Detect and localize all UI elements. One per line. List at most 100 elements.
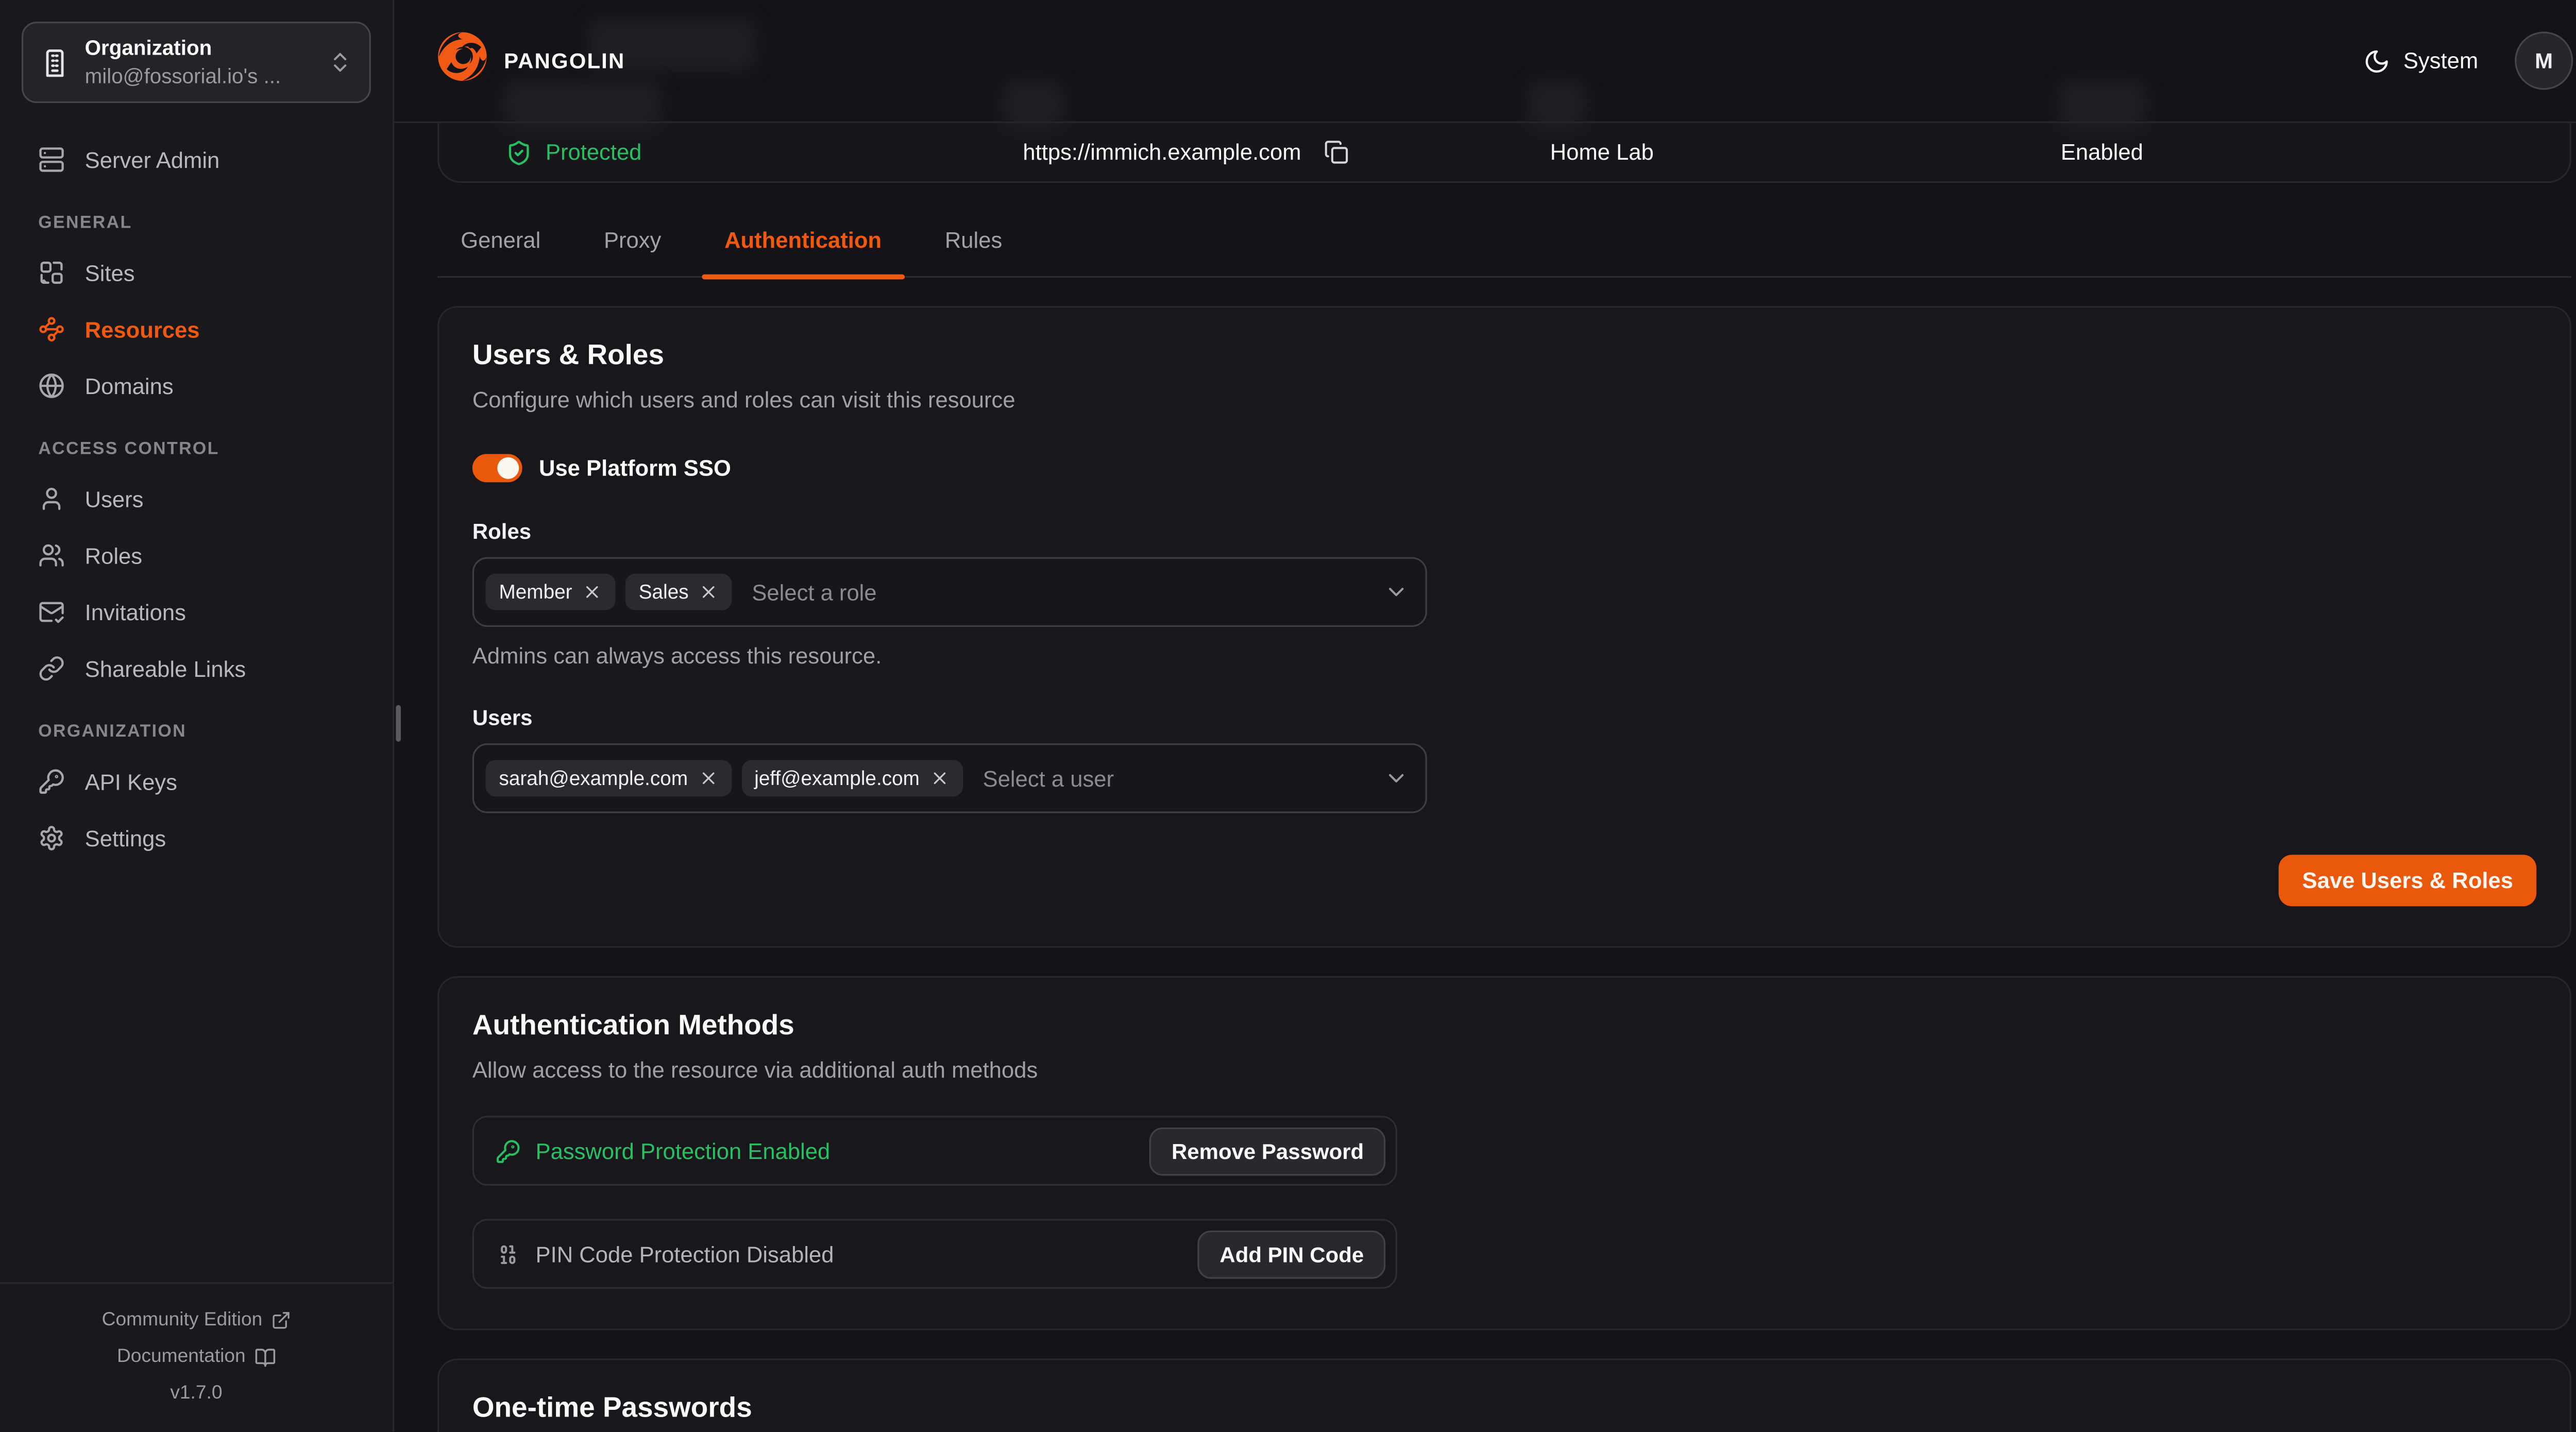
moon-icon — [2363, 47, 2390, 74]
documentation-link[interactable]: Documentation — [0, 1339, 393, 1375]
sidebar-item-label: Domains — [85, 373, 174, 398]
binary-icon — [496, 1241, 520, 1266]
sidebar-item-label: Roles — [85, 543, 142, 568]
roles-placeholder: Select a role — [752, 579, 876, 604]
user-icon — [38, 486, 65, 513]
community-edition-label: Community Edition — [102, 1310, 263, 1331]
card-title: Users & Roles — [472, 339, 2536, 373]
sidebar-item-users[interactable]: Users — [23, 474, 369, 524]
sidebar: Organization milo@fossorial.io's ... Ser… — [0, 0, 394, 1432]
platform-sso-toggle[interactable] — [472, 454, 522, 482]
sidebar-item-sites[interactable]: Sites — [23, 248, 369, 298]
user-chip: jeff@example.com — [741, 760, 962, 796]
sidebar-item-label: Settings — [85, 826, 166, 850]
copy-icon[interactable] — [1325, 140, 1349, 164]
org-switcher-text: Organization milo@fossorial.io's ... — [85, 35, 313, 91]
card-title: Authentication Methods — [472, 1010, 2536, 1043]
remove-tag-icon[interactable] — [929, 768, 950, 788]
sidebar-item-roles[interactable]: Roles — [23, 531, 369, 581]
resource-meta-strip: Protected https://immich.example.com Hom… — [437, 123, 2571, 183]
globe-icon — [38, 372, 65, 399]
pangolin-app: Organization milo@fossorial.io's ... Ser… — [0, 0, 2576, 1432]
chevrons-up-down-icon — [328, 50, 352, 75]
otp-card: One-time Passwords Require email-based a… — [437, 1359, 2571, 1432]
users-combobox[interactable]: sarah@example.com jeff@example.com Selec… — [472, 743, 1427, 813]
theme-toggle[interactable]: System — [2363, 47, 2478, 74]
sso-toggle-label: Use Platform SSO — [539, 456, 731, 481]
sidebar-item-domains[interactable]: Domains — [23, 361, 369, 411]
tab-rules[interactable]: Rules — [922, 228, 1026, 276]
resource-status: Protected — [505, 123, 641, 181]
role-chip-label: Member — [499, 581, 572, 604]
key-icon — [38, 768, 65, 795]
external-link-icon — [270, 1310, 291, 1331]
password-status: Password Protection Enabled — [496, 1138, 830, 1163]
theme-label: System — [2403, 48, 2478, 73]
org-switcher[interactable]: Organization milo@fossorial.io's ... — [22, 22, 371, 103]
community-edition-link[interactable]: Community Edition — [0, 1302, 393, 1339]
roles-field-label: Roles — [472, 519, 2536, 543]
password-protection-row: Password Protection Enabled Remove Passw… — [472, 1116, 1397, 1186]
pin-protection-row: PIN Code Protection Disabled Add PIN Cod… — [472, 1219, 1397, 1289]
documentation-label: Documentation — [117, 1347, 246, 1367]
password-status-label: Password Protection Enabled — [536, 1138, 831, 1163]
role-chip: Sales — [625, 574, 732, 610]
sidebar-item-api-keys[interactable]: API Keys — [23, 757, 369, 807]
resource-url-text: https://immich.example.com — [1023, 140, 1301, 164]
roles-combobox[interactable]: Member Sales Select a role — [472, 557, 1427, 627]
sidebar-heading-general: GENERAL — [38, 213, 354, 233]
sidebar-item-label: Users — [85, 486, 144, 511]
card-description: Allow access to the resource via additio… — [472, 1058, 2536, 1082]
mail-check-icon — [38, 599, 65, 625]
sidebar-item-label: API Keys — [85, 769, 177, 794]
waypoints-icon — [38, 316, 65, 343]
avatar-initial: M — [2535, 48, 2553, 73]
toggle-knob — [497, 457, 519, 479]
sidebar-footer: Community Edition Documentation v1.7.0 — [0, 1282, 393, 1432]
sidebar-heading-access-control: ACCESS CONTROL — [38, 439, 354, 459]
sidebar-item-settings[interactable]: Settings — [23, 813, 369, 863]
add-pin-code-button[interactable]: Add PIN Code — [1198, 1230, 1385, 1278]
sidebar-heading-organization: ORGANIZATION — [38, 722, 354, 742]
sidebar-item-label: Resources — [85, 317, 200, 342]
card-description: Configure which users and roles can visi… — [472, 387, 2536, 412]
sidebar-item-label: Sites — [85, 260, 135, 285]
tab-authentication[interactable]: Authentication — [701, 228, 905, 276]
pin-status: PIN Code Protection Disabled — [496, 1241, 834, 1266]
version-label: v1.7.0 — [0, 1375, 393, 1412]
org-switcher-label: Organization — [85, 35, 313, 62]
link-icon — [38, 655, 65, 682]
sidebar-scrollbar-thumb[interactable] — [396, 705, 401, 742]
tab-general[interactable]: General — [437, 228, 564, 276]
top-header: PANGOLIN System M — [394, 0, 2576, 123]
remove-tag-icon[interactable] — [699, 582, 719, 602]
users-field-label: Users — [472, 705, 2536, 730]
avatar[interactable]: M — [2515, 31, 2573, 90]
role-chip: Member — [486, 574, 616, 610]
remove-tag-icon[interactable] — [582, 582, 602, 602]
chevron-down-icon[interactable] — [1384, 579, 1409, 604]
remove-password-button[interactable]: Remove Password — [1150, 1127, 1385, 1175]
sidebar-item-resources[interactable]: Resources — [23, 304, 369, 354]
chevron-down-icon[interactable] — [1384, 766, 1409, 791]
sidebar-item-label: Shareable Links — [85, 656, 246, 681]
sidebar-item-invitations[interactable]: Invitations — [23, 587, 369, 637]
pangolin-logo-icon — [434, 28, 491, 93]
tab-proxy[interactable]: Proxy — [581, 228, 685, 276]
header-actions: System M — [2363, 31, 2573, 90]
role-chip-label: Sales — [639, 581, 689, 604]
sidebar-item-server-admin[interactable]: Server Admin — [23, 134, 369, 184]
sidebar-item-shareable-links[interactable]: Shareable Links — [23, 643, 369, 693]
auth-methods-card: Authentication Methods Allow access to t… — [437, 976, 2571, 1331]
key-icon — [496, 1138, 520, 1163]
admins-note: Admins can always access this resource. — [472, 643, 2536, 668]
users-icon — [38, 542, 65, 569]
resource-tabs: General Proxy Authentication Rules — [437, 228, 2571, 278]
save-users-roles-button[interactable]: Save Users & Roles — [2279, 855, 2536, 906]
remove-tag-icon[interactable] — [698, 768, 718, 788]
shield-check-icon — [505, 139, 532, 166]
sidebar-item-label: Invitations — [85, 600, 186, 624]
resource-state: Enabled — [2061, 123, 2143, 181]
pin-status-label: PIN Code Protection Disabled — [536, 1241, 834, 1266]
sidebar-item-label: Server Admin — [85, 147, 220, 172]
